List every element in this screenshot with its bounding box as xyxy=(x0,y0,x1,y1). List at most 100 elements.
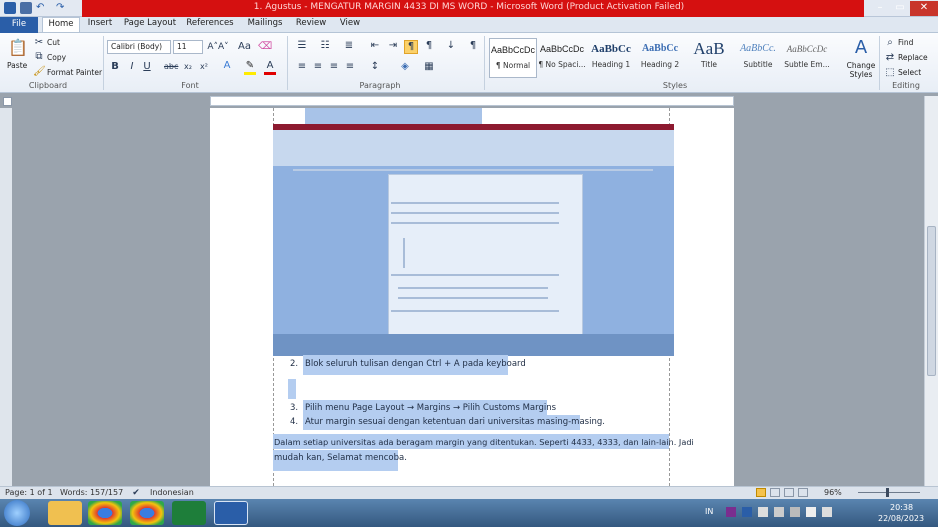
explorer-icon[interactable] xyxy=(48,501,82,525)
group-divider xyxy=(484,36,485,90)
style-heading-1[interactable]: AaBbCc Heading 1 xyxy=(587,38,635,78)
italic-icon[interactable]: I xyxy=(127,61,137,73)
style-no-spacing[interactable]: AaBbCcDc ¶ No Spaci... xyxy=(538,38,586,78)
vertical-scrollbar[interactable] xyxy=(924,96,938,486)
tab-view[interactable]: View xyxy=(334,17,366,31)
find-button[interactable]: Find xyxy=(898,38,913,47)
cut-button[interactable]: Cut xyxy=(47,38,60,47)
select-button[interactable]: Select xyxy=(898,68,921,77)
superscript-icon[interactable]: x² xyxy=(198,61,210,73)
chrome-icon[interactable] xyxy=(130,501,164,525)
tab-mailings[interactable]: Mailings xyxy=(242,17,288,31)
style-heading-2[interactable]: AaBbCc Heading 2 xyxy=(636,38,684,78)
tray-icon[interactable] xyxy=(758,507,768,517)
ltr-icon[interactable]: ¶ xyxy=(404,40,418,54)
chrome-icon[interactable] xyxy=(88,501,122,525)
list-item-step-2[interactable]: Blok seluruh tulisan dengan Ctrl + A pad… xyxy=(305,357,526,371)
volume-icon[interactable] xyxy=(822,507,832,517)
web-layout-icon[interactable] xyxy=(784,488,794,497)
style-subtitle[interactable]: AaBbCc. Subtitle xyxy=(734,38,782,78)
tab-file[interactable]: File xyxy=(0,17,38,33)
replace-button[interactable]: Replace xyxy=(898,53,928,62)
minimize-icon[interactable]: – xyxy=(870,1,890,16)
tray-icon[interactable] xyxy=(790,507,800,517)
list-item-step-4[interactable]: Atur margin sesuai dengan ketentuan dari… xyxy=(305,415,605,429)
closing-paragraph-line-1[interactable]: Dalam setiap universitas ada beragam mar… xyxy=(274,435,694,449)
borders-icon[interactable]: ▦ xyxy=(422,61,436,73)
zoom-level[interactable]: 96% xyxy=(824,488,842,497)
justify-icon[interactable]: ≡ xyxy=(343,61,357,73)
font-name-select[interactable]: Calibri (Body) xyxy=(107,40,171,54)
change-case-icon[interactable]: Aa xyxy=(238,41,251,53)
tray-icon[interactable] xyxy=(774,507,784,517)
align-right-icon[interactable]: ≡ xyxy=(327,61,341,73)
show-marks-icon[interactable]: ¶ xyxy=(466,40,480,52)
word-count[interactable]: Words: 157/157 xyxy=(60,488,123,497)
close-icon[interactable]: ✕ xyxy=(910,1,938,16)
clear-format-icon[interactable]: ⌫ xyxy=(258,41,272,53)
page-count[interactable]: Page: 1 of 1 xyxy=(5,488,53,497)
language[interactable]: Indonesian xyxy=(150,488,194,497)
bullets-icon[interactable]: ☰ xyxy=(295,40,309,52)
excel-icon[interactable] xyxy=(172,501,206,525)
grow-shrink-font-icon[interactable]: A˄A˅ xyxy=(206,41,230,53)
print-layout-icon[interactable] xyxy=(756,488,766,497)
embedded-screenshot-image[interactable] xyxy=(273,124,674,356)
style-normal[interactable]: AaBbCcDc ¶ Normal xyxy=(489,38,537,78)
strikethrough-icon[interactable]: abc xyxy=(164,61,178,73)
sort-icon[interactable]: ↓ xyxy=(444,40,458,52)
clock-time[interactable]: 20:38 xyxy=(890,503,913,512)
network-icon[interactable] xyxy=(806,507,816,517)
tab-insert[interactable]: Insert xyxy=(82,17,118,31)
change-styles-button[interactable]: Change Styles xyxy=(846,61,876,79)
start-button[interactable] xyxy=(4,500,30,526)
tab-page-layout[interactable]: Page Layout xyxy=(122,17,178,31)
align-center-icon[interactable]: ≡ xyxy=(311,61,325,73)
tab-home[interactable]: Home xyxy=(42,17,80,32)
scrollbar-thumb[interactable] xyxy=(927,226,936,376)
closing-paragraph-line-2[interactable]: mudah kan, Selamat mencoba. xyxy=(274,451,407,465)
tab-references[interactable]: References xyxy=(182,17,238,31)
title-bar: ↶ ↷ 1. Agustus - MENGATUR MARGIN 4433 DI… xyxy=(0,0,938,17)
list-item-step-3[interactable]: Pilih menu Page Layout → Margins → Pilih… xyxy=(305,401,556,415)
style-subtle-emphasis[interactable]: AaBbCcDc Subtle Em... xyxy=(783,38,831,78)
decrease-indent-icon[interactable]: ⇤ xyxy=(368,40,382,52)
horizontal-ruler[interactable] xyxy=(210,96,734,106)
tab-review[interactable]: Review xyxy=(292,17,330,31)
zoom-slider-thumb[interactable] xyxy=(886,488,889,497)
paste-button[interactable]: Paste xyxy=(7,61,27,70)
full-screen-icon[interactable] xyxy=(770,488,780,497)
select-icon: ⬚ xyxy=(885,67,895,78)
find-icon: ⌕ xyxy=(887,37,893,48)
bold-icon[interactable]: B xyxy=(110,61,120,73)
editing-group-label: Editing xyxy=(892,81,920,90)
line-spacing-icon[interactable]: ↕ xyxy=(368,61,382,73)
maximize-icon[interactable]: ▭ xyxy=(890,1,910,16)
proofing-icon[interactable]: ✔ xyxy=(131,487,141,499)
rtl-icon[interactable]: ¶ xyxy=(422,40,436,52)
numbering-icon[interactable]: ☷ xyxy=(318,40,332,52)
input-language[interactable]: IN xyxy=(705,507,713,516)
text-effects-icon[interactable]: A xyxy=(220,60,234,72)
vertical-ruler[interactable] xyxy=(0,108,12,486)
underline-icon[interactable]: U xyxy=(142,61,152,73)
outline-icon[interactable] xyxy=(798,488,808,497)
font-size-select[interactable]: 11 xyxy=(173,40,203,54)
zoom-slider[interactable] xyxy=(858,492,920,493)
word-tray-icon[interactable] xyxy=(742,507,752,517)
multilevel-list-icon[interactable]: ≣ xyxy=(342,40,356,52)
subscript-icon[interactable]: x₂ xyxy=(182,61,194,73)
tab-selector-icon[interactable] xyxy=(3,97,12,106)
clock-date[interactable]: 22/08/2023 xyxy=(878,514,924,523)
shading-icon[interactable]: ◈ xyxy=(398,61,412,73)
style-title[interactable]: AaB Title xyxy=(685,38,733,78)
increase-indent-icon[interactable]: ⇥ xyxy=(386,40,400,52)
highlight-icon[interactable]: ✎ xyxy=(244,60,256,75)
font-color-icon[interactable]: A xyxy=(264,60,276,75)
copy-button[interactable]: Copy xyxy=(47,53,66,62)
format-painter-button[interactable]: Format Painter xyxy=(47,68,102,77)
paste-icon[interactable]: 📋 xyxy=(8,38,28,58)
onenote-icon[interactable] xyxy=(726,507,736,517)
align-left-icon[interactable]: ≡ xyxy=(295,61,309,73)
word-icon[interactable] xyxy=(214,501,248,525)
